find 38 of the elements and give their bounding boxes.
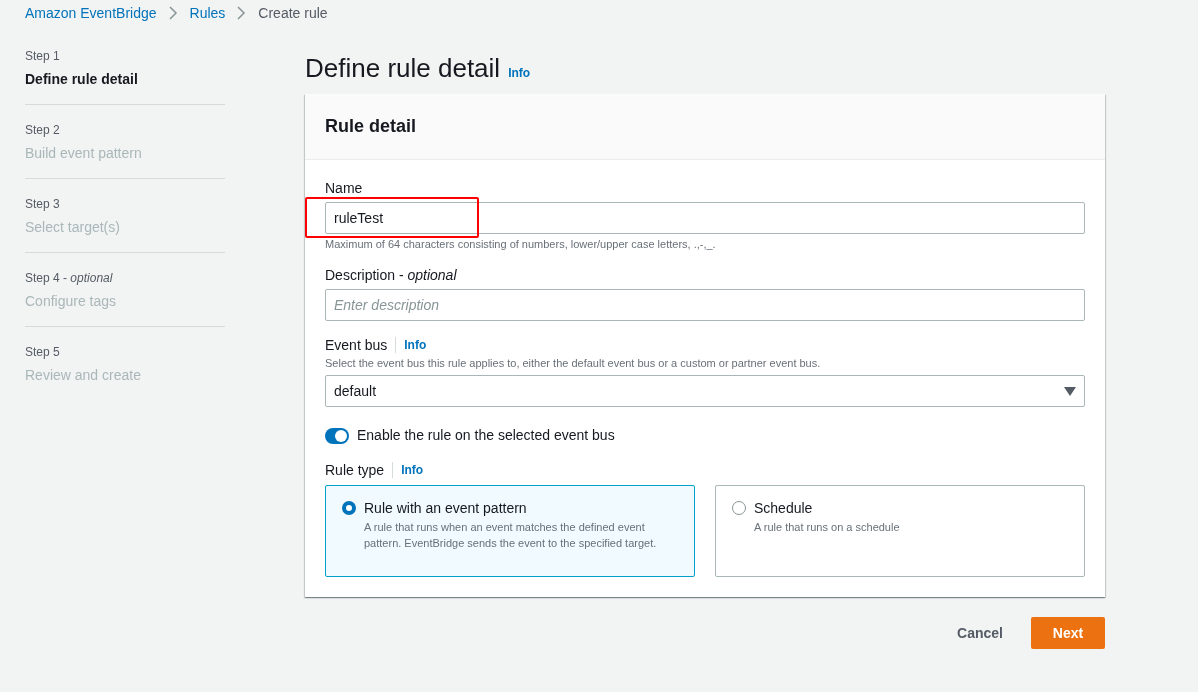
field-label: Name	[325, 179, 364, 198]
step-number: Step 1	[25, 48, 61, 64]
cancel-button[interactable]: Cancel	[955, 622, 1005, 644]
step-number: Step 4 - optional	[25, 270, 114, 286]
field-label: Description - optional	[325, 266, 458, 285]
next-button[interactable]: Next	[1031, 617, 1105, 649]
step-number: Step 5	[25, 344, 61, 360]
card-title: Rule detail	[325, 115, 417, 138]
option-title: Schedule	[754, 499, 814, 518]
event-bus-select[interactable]: default	[325, 375, 1085, 407]
step-title[interactable]: Define rule detail	[25, 70, 225, 88]
field-label: Rule type	[325, 460, 385, 480]
radio-button[interactable]	[732, 501, 746, 515]
info-link[interactable]: Info	[404, 336, 427, 354]
radio-button[interactable]	[342, 501, 356, 515]
page-title: Define rule detail	[305, 52, 501, 84]
step-number: Step 2	[25, 122, 61, 138]
name-input-field[interactable]: ruleTest	[325, 202, 1085, 234]
info-link[interactable]: Info	[508, 64, 531, 82]
toggle-switch[interactable]	[325, 427, 349, 444]
breadcrumb-link[interactable]: Amazon EventBridge	[25, 2, 157, 24]
description-input-field[interactable]: Enter description	[325, 289, 1085, 321]
rule-type-option[interactable]: Rule with an event pattern A rule that runs when an event matches the defined event pattern. EventBridge sends the event to the specified target.	[325, 485, 695, 577]
field-hint: Maximum of 64 characters consisting of numbers, lower/upper case letters, .,-,_.	[325, 237, 717, 251]
chevron-right-icon	[168, 6, 178, 20]
rule-type-option[interactable]: Schedule A rule that runs on a schedule	[715, 485, 1085, 577]
breadcrumb-current: Create rule	[258, 3, 328, 23]
option-description: A rule that runs on a schedule	[754, 520, 900, 535]
step-number: Step 3	[25, 196, 61, 212]
option-title: Rule with an event pattern	[364, 499, 528, 518]
breadcrumb-link[interactable]: Rules	[189, 2, 226, 24]
chevron-right-icon	[237, 6, 247, 20]
field-hint: Select the event bus this rule applies to, either the default event bus or a custom or partner event bus.	[325, 356, 822, 370]
option-description: A rule that runs when an event matches the defined event pattern. EventBridge sends the event to the specified target.	[364, 520, 658, 551]
toggle-label: Enable the rule on the selected event bus	[357, 426, 615, 445]
field-label: Event bus	[325, 335, 388, 355]
info-link[interactable]: Info	[401, 461, 424, 479]
dropdown-caret-icon	[1064, 386, 1076, 396]
